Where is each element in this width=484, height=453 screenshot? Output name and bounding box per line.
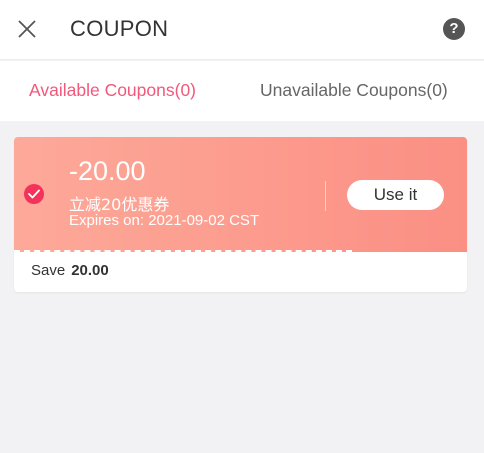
coupon-divider	[325, 181, 326, 211]
page-title: COUPON	[70, 16, 169, 41]
tab-available-coupons[interactable]: Available Coupons(0)	[29, 80, 196, 101]
coupon-expiry: Expires on: 2021-09-02 CST	[69, 212, 260, 229]
save-value: 20.00	[71, 262, 109, 279]
dashed-separator	[14, 250, 352, 252]
coupon-amount: -20.00	[69, 156, 146, 186]
coupon-tabs: Available Coupons(0) Unavailable Coupons…	[0, 61, 484, 121]
header-bar: COUPON ?	[0, 0, 484, 60]
help-icon[interactable]: ?	[443, 18, 465, 40]
tab-unavailable-coupons[interactable]: Unavailable Coupons(0)	[260, 80, 448, 101]
coupon-card[interactable]: -20.00 立减20优惠券 Expires on: 2021-09-02 CS…	[14, 137, 467, 292]
save-row: Save 20.00	[31, 262, 109, 279]
use-coupon-button[interactable]: Use it	[347, 180, 444, 210]
check-icon[interactable]	[24, 184, 44, 204]
coupon-card-header: -20.00 立减20优惠券 Expires on: 2021-09-02 CS…	[14, 137, 467, 252]
save-label: Save	[31, 262, 66, 279]
close-icon[interactable]	[14, 16, 40, 42]
